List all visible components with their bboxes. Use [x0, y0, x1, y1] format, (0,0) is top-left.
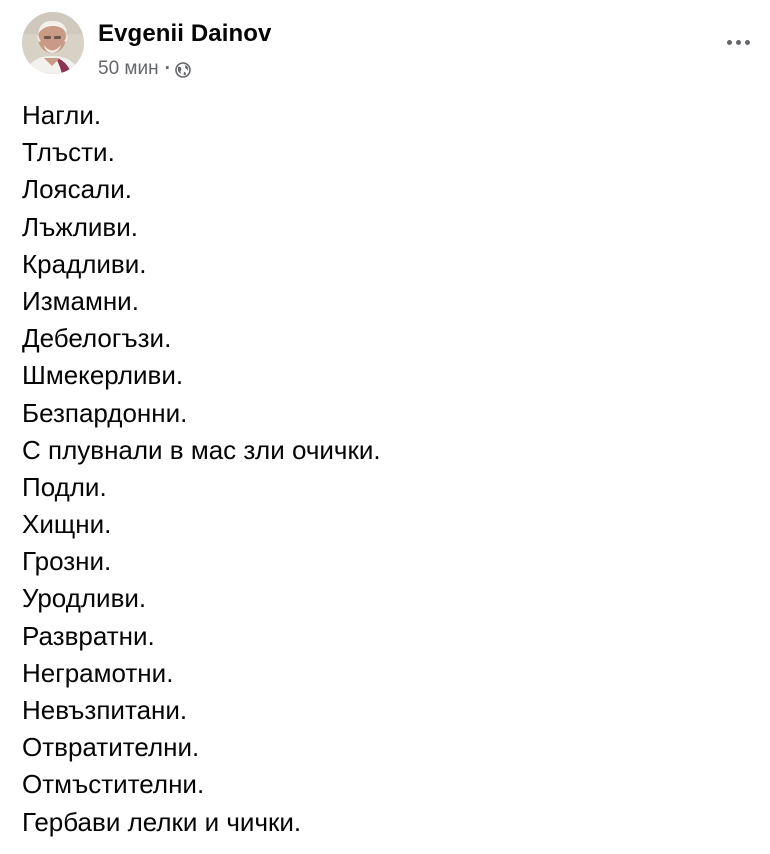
post-line: Лоясали. — [22, 174, 132, 205]
post-line: Хищни. — [22, 509, 112, 540]
meta-separator: · — [164, 58, 171, 79]
post-timestamp[interactable]: 50 мин — [98, 58, 159, 80]
post-line: Шмекерливи. — [22, 360, 184, 391]
post-header: Evgenii Dainov 50 мин · — [22, 12, 762, 82]
post-line: Дебелогъзи. — [22, 323, 172, 354]
post-line: Отмъстителни. — [22, 769, 205, 800]
post-line: Безпардонни. — [22, 397, 188, 428]
post-line: Отвратителни. — [22, 732, 200, 763]
post-line: С плувнали в мас зли очички. — [22, 434, 381, 465]
post-line: Уродливи. — [22, 583, 147, 614]
avatar[interactable] — [22, 12, 84, 74]
post-text: Нагли. Тлъсти. Лоясали. Лъжливи. Крадлив… — [22, 97, 752, 841]
avatar-image — [22, 12, 84, 74]
post-line: Крадливи. — [22, 248, 147, 279]
post-line: Лъжливи. — [22, 211, 138, 242]
post-line: Подли. — [22, 471, 107, 502]
post-line: Гербави лелки и чички. — [22, 806, 302, 837]
post-line: Грозни. — [22, 546, 112, 577]
post-meta: 50 мин · — [98, 58, 191, 80]
author-name[interactable]: Evgenii Dainov — [98, 20, 271, 48]
post-line: Невъзпитани. — [22, 695, 188, 725]
globe-icon[interactable] — [175, 62, 191, 78]
post-line: Измамни. — [22, 285, 139, 316]
post-line: Нагли. — [22, 100, 102, 130]
post-line: Тлъсти. — [22, 137, 115, 168]
post-line: Неграмотни. — [22, 657, 174, 688]
more-options-icon[interactable] — [718, 30, 758, 54]
post-line: Развратни. — [22, 620, 155, 651]
